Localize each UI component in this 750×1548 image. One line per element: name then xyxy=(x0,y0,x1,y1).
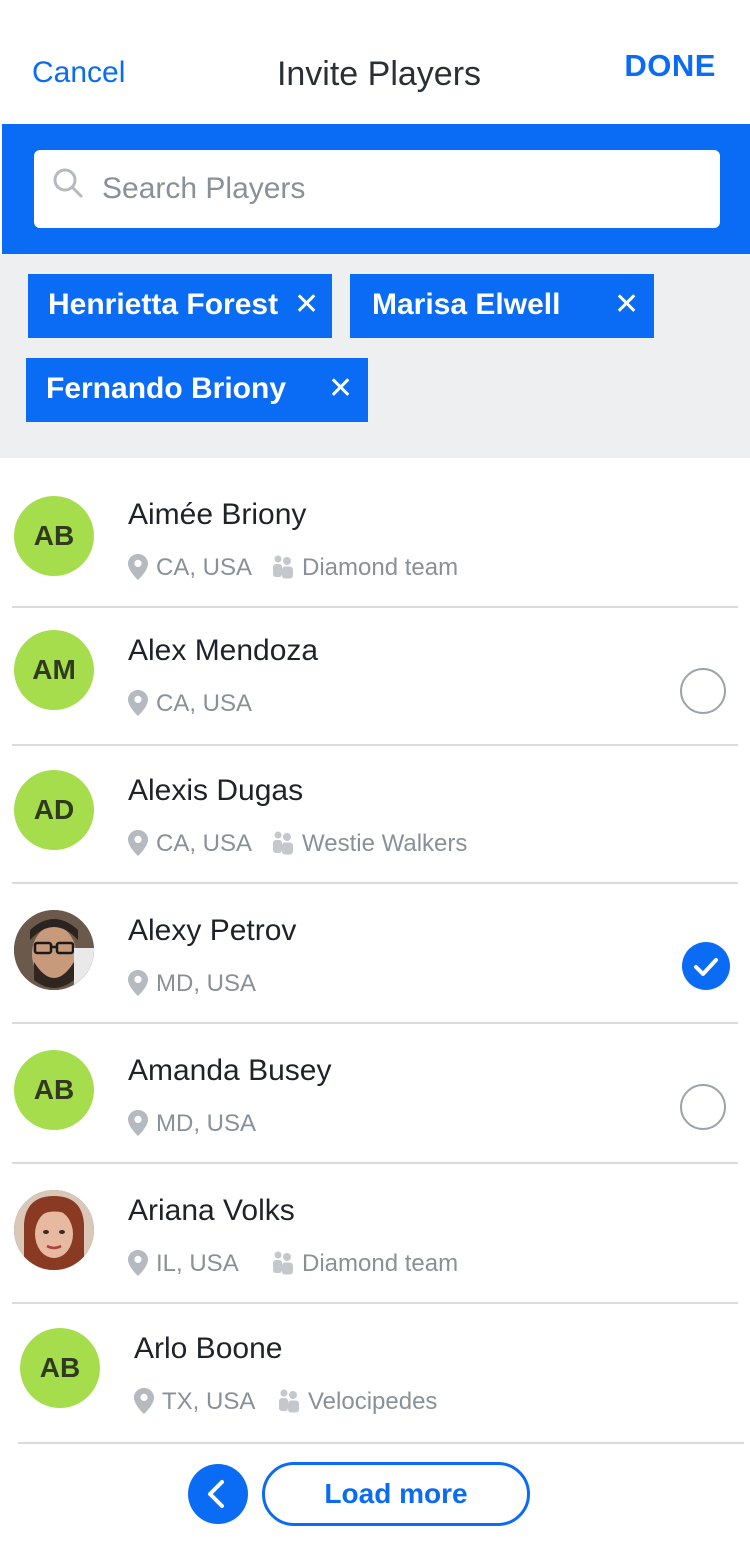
man-glasses-photo-icon xyxy=(14,910,94,990)
search-icon xyxy=(53,168,83,198)
player-meta: CA, USA xyxy=(128,688,428,718)
player-row[interactable]: AD Alexis Dugas CA, USA Westie Walkers xyxy=(12,746,738,884)
search-box[interactable] xyxy=(34,150,720,228)
close-icon[interactable]: ✕ xyxy=(294,288,319,322)
team-icon xyxy=(273,555,293,579)
player-location: MD, USA xyxy=(156,1110,257,1137)
player-location: TX, USA xyxy=(162,1388,256,1415)
player-meta: CA, USA Diamond team xyxy=(128,552,628,582)
chip-label: Henrietta Forest xyxy=(48,288,279,321)
player-row[interactable]: AB Amanda Busey MD, USA xyxy=(12,1026,738,1164)
avatar: AB xyxy=(20,1328,100,1408)
player-name: Arlo Boone xyxy=(134,1332,283,1365)
select-radio[interactable] xyxy=(680,1084,726,1130)
avatar-photo xyxy=(14,1190,94,1270)
player-name: Ariana Volks xyxy=(128,1194,295,1227)
player-row[interactable]: AM Alex Mendoza CA, USA xyxy=(12,608,738,746)
selected-chip[interactable]: Fernando Briony ✕ xyxy=(26,358,368,422)
team-icon xyxy=(273,831,293,855)
team-icon xyxy=(273,1251,293,1275)
search-bar xyxy=(2,124,750,254)
nav-header: Cancel Invite Players DONE xyxy=(0,0,750,124)
player-name: Aimée Briony xyxy=(128,498,307,531)
selected-players-area: Henrietta Forest ✕ Marisa Elwell ✕ Ferna… xyxy=(0,254,750,458)
back-button[interactable] xyxy=(188,1464,248,1524)
player-meta: IL, USA Diamond team xyxy=(128,1248,628,1278)
chip-label: Fernando Briony xyxy=(46,372,287,405)
player-meta: MD, USA xyxy=(128,968,428,998)
location-pin-icon xyxy=(128,1110,148,1136)
done-button[interactable]: DONE xyxy=(624,48,716,84)
avatar: AM xyxy=(14,630,94,710)
chip-label: Marisa Elwell xyxy=(372,288,561,321)
location-pin-icon xyxy=(128,690,148,716)
player-name: Alexy Petrov xyxy=(128,914,297,947)
location-pin-icon xyxy=(128,1250,148,1276)
close-icon[interactable]: ✕ xyxy=(328,372,353,406)
select-checked[interactable] xyxy=(682,942,730,990)
avatar: AB xyxy=(14,496,94,576)
player-team: Westie Walkers xyxy=(302,830,468,857)
player-row[interactable]: AB Aimée Briony CA, USA Diamond team xyxy=(12,470,738,608)
player-team: Velocipedes xyxy=(308,1388,438,1415)
close-icon[interactable]: ✕ xyxy=(614,288,639,322)
player-row[interactable]: AB Arlo Boone TX, USA Velocipedes xyxy=(18,1306,744,1444)
avatar: AB xyxy=(14,1050,94,1130)
player-location: IL, USA xyxy=(156,1250,239,1277)
load-more-button[interactable]: Load more xyxy=(262,1462,530,1526)
woman-photo-icon xyxy=(14,1190,94,1270)
player-name: Alexis Dugas xyxy=(128,774,304,807)
player-team: Diamond team xyxy=(302,1250,459,1277)
search-input[interactable] xyxy=(102,150,702,228)
location-pin-icon xyxy=(134,1388,154,1414)
team-icon xyxy=(279,1389,299,1413)
location-pin-icon xyxy=(128,970,148,996)
player-team: Diamond team xyxy=(302,554,459,581)
player-location: MD, USA xyxy=(156,970,257,997)
location-pin-icon xyxy=(128,830,148,856)
select-radio[interactable] xyxy=(680,668,726,714)
player-meta: CA, USA Westie Walkers xyxy=(128,828,628,858)
location-pin-icon xyxy=(128,554,148,580)
player-location: CA, USA xyxy=(156,830,253,857)
player-location: CA, USA xyxy=(156,690,253,717)
player-row[interactable]: Ariana Volks IL, USA Diamond team xyxy=(12,1166,738,1304)
page-title: Invite Players xyxy=(276,55,482,93)
avatar: AD xyxy=(14,770,94,850)
checkmark-icon xyxy=(694,958,718,976)
player-location: CA, USA xyxy=(156,554,253,581)
chevron-left-icon xyxy=(208,1480,224,1508)
selected-chip[interactable]: Henrietta Forest ✕ xyxy=(28,274,332,338)
list-footer: Load more xyxy=(0,1444,750,1548)
player-name: Alex Mendoza xyxy=(128,634,319,667)
player-meta: TX, USA Velocipedes xyxy=(134,1386,634,1416)
selected-chip[interactable]: Marisa Elwell ✕ xyxy=(350,274,654,338)
player-name: Amanda Busey xyxy=(128,1054,332,1087)
player-meta: MD, USA xyxy=(128,1108,428,1138)
avatar-photo xyxy=(14,910,94,990)
player-row[interactable]: Alexy Petrov MD, USA xyxy=(12,886,738,1024)
